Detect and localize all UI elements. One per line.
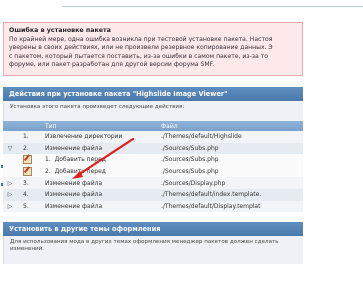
install-actions-table: Тип Файл 1. Извлечение директории ./Them… <box>3 121 303 213</box>
expand-toggle-icon[interactable]: ▷ <box>3 177 17 189</box>
row-number: 2. <box>17 142 45 155</box>
table-row[interactable]: ▷ 5. Изменение файла ./Themes/default/Di… <box>3 200 303 213</box>
sub-action-row: 1. Добавить перед ./Sources/Subs.php <box>3 154 303 166</box>
sub-row-number: 1. <box>45 156 51 164</box>
row-file: ./Themes/default/index.template. <box>161 188 303 201</box>
row-type: Добавить перед <box>54 156 106 164</box>
row-file: ./Themes/default/Highslide <box>161 131 303 143</box>
expand-toggle-icon[interactable]: ▷ <box>3 200 17 213</box>
install-actions-note: Установка этого пакета произведет следую… <box>10 104 185 110</box>
table-header-row: Тип Файл <box>3 121 303 131</box>
row-file: ./Sources/Subs.php <box>161 142 303 155</box>
row-file: ./Sources/Subs.php <box>161 154 303 166</box>
row-file: ./Sources/Display.php <box>161 177 303 189</box>
error-text-line: с пакетом, который пытается поставить, и… <box>9 52 268 60</box>
column-header-file: Файл <box>161 121 303 131</box>
column-header-type: Тип <box>45 121 161 131</box>
row-number: 5. <box>17 200 45 213</box>
row-number: 1. <box>17 131 45 143</box>
error-text-line: уверены в своих действиях, или не произв… <box>9 44 273 52</box>
sub-row-number: 2. <box>45 168 51 176</box>
row-type: Извлечение директории <box>45 131 161 143</box>
header-expander-cell <box>3 121 17 131</box>
error-message-box: Ошибка в установке пакета По крайней мер… <box>3 22 303 76</box>
header-number-cell <box>17 121 45 131</box>
row-type: Изменение файла <box>45 188 161 201</box>
other-themes-note-area: Для использования мода в других темах оф… <box>3 236 303 264</box>
install-actions-note-area: Установка этого пакета произведет следую… <box>3 101 303 121</box>
other-themes-note-line: Для использования мода в других темах оф… <box>10 239 279 245</box>
expand-toggle-icon[interactable]: ▷ <box>3 188 17 201</box>
row-file: ./Sources/Subs.php <box>161 165 303 178</box>
row-type: Добавить перед <box>54 168 106 176</box>
collapse-toggle-icon[interactable]: ▽ <box>3 142 17 155</box>
other-themes-note-line: изменений. <box>10 246 45 252</box>
row-type: Изменение файла <box>45 177 161 189</box>
install-actions-header: Действия при установке пакета "Highslide… <box>3 87 303 101</box>
other-themes-header: Установить в другие темы оформления <box>3 222 303 236</box>
row-type: Изменение файла <box>45 142 161 155</box>
top-bar <box>62 0 363 7</box>
row-file: ./Themes/default/Display.templat <box>161 200 303 213</box>
sub-action-row: 2. Добавить перед ./Sources/Subs.php <box>3 165 303 178</box>
table-row[interactable]: ▷ 4. Изменение файла ./Themes/default/in… <box>3 188 303 201</box>
edit-icon <box>23 155 32 165</box>
table-row[interactable]: ▷ 3. Изменение файла ./Sources/Display.p… <box>3 177 303 189</box>
table-row[interactable]: ▽ 2. Изменение файла ./Sources/Subs.php <box>3 142 303 155</box>
error-title: Ошибка в установке пакета <box>9 27 111 34</box>
row-number: 4. <box>17 188 45 201</box>
table-row: 1. Извлечение директории ./Themes/defaul… <box>3 131 303 143</box>
row-type: Изменение файла <box>45 200 161 213</box>
row-expander <box>3 131 17 143</box>
error-text-line: форуме, или пакет разработан для другой … <box>9 60 215 68</box>
row-number: 3. <box>17 177 45 189</box>
edit-icon <box>23 167 32 177</box>
